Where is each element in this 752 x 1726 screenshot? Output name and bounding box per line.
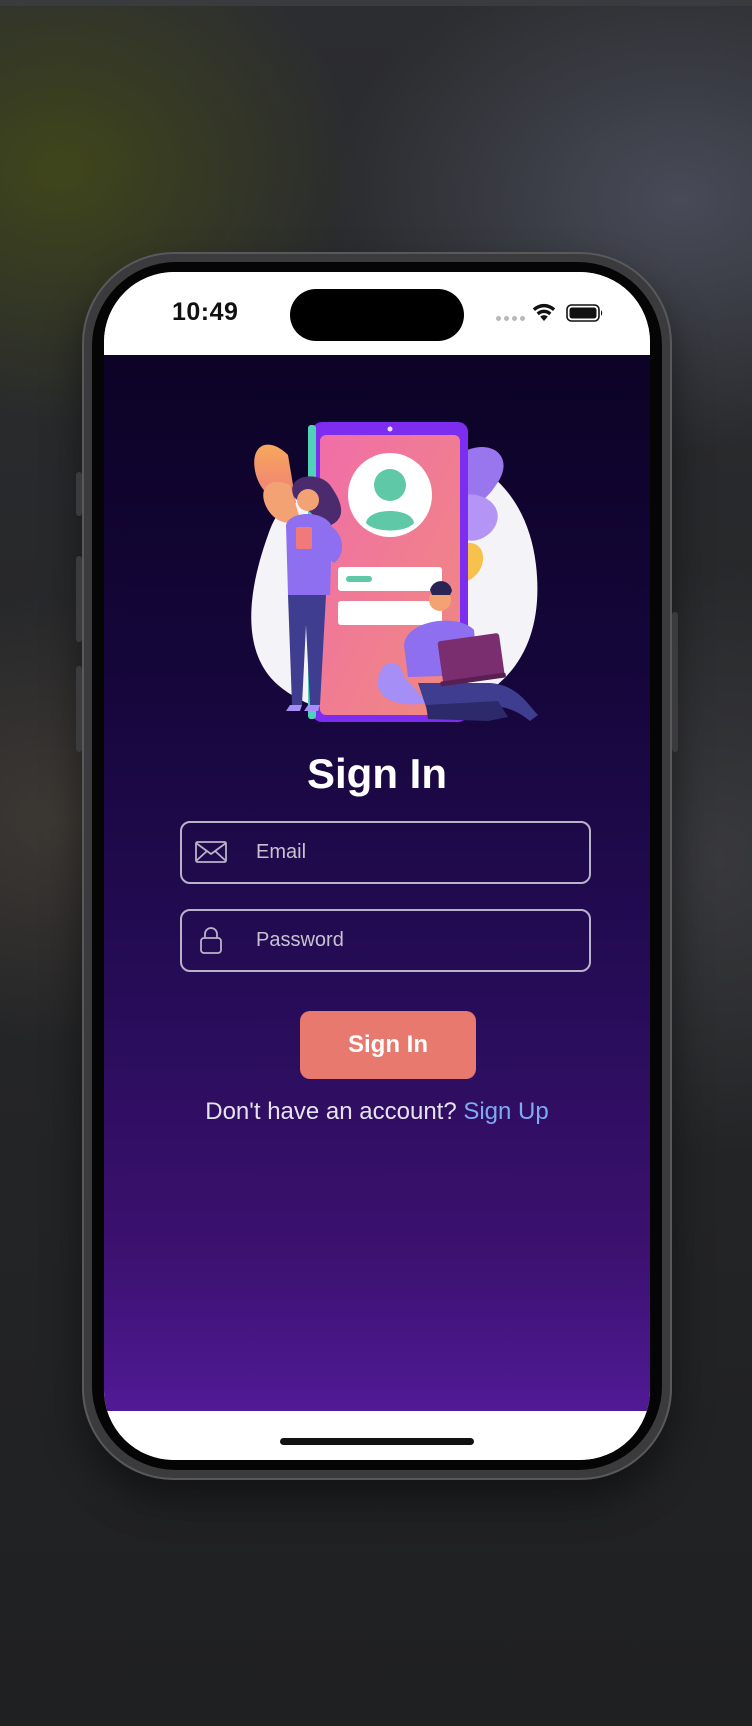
lock-icon <box>200 927 222 954</box>
sign-in-button[interactable]: Sign In <box>300 1011 476 1079</box>
dynamic-island <box>290 289 464 341</box>
top-edge-strip <box>0 0 752 6</box>
signup-prompt-text: Don't have an account? <box>205 1098 464 1125</box>
volume-up-button <box>76 556 82 642</box>
sign-up-link[interactable]: Sign Up <box>463 1098 548 1125</box>
battery-icon <box>566 304 603 322</box>
home-indicator[interactable] <box>280 1438 474 1445</box>
status-bar: 10:49 <box>104 272 650 355</box>
page-title: Sign In <box>307 750 447 797</box>
password-input[interactable] <box>256 911 576 969</box>
wifi-icon <box>532 303 556 321</box>
sign-in-illustration <box>251 422 538 722</box>
email-input[interactable] <box>256 823 576 881</box>
password-field[interactable] <box>180 909 591 972</box>
volume-down-button <box>76 666 82 752</box>
action-button <box>76 472 82 516</box>
signup-prompt-row: Don't have an account? Sign Up <box>104 1098 650 1126</box>
email-field[interactable] <box>180 821 591 884</box>
envelope-icon <box>195 841 227 863</box>
sign-in-screen: Sign In Sign In Don't have an account? S… <box>104 355 650 1411</box>
power-button <box>672 612 678 752</box>
cellular-signal-icon <box>496 316 525 321</box>
status-time: 10:49 <box>172 298 239 326</box>
home-indicator-area <box>104 1411 650 1460</box>
phone-screen: 10:49 Sign In Email Sign In Don't have a… <box>104 272 650 1460</box>
